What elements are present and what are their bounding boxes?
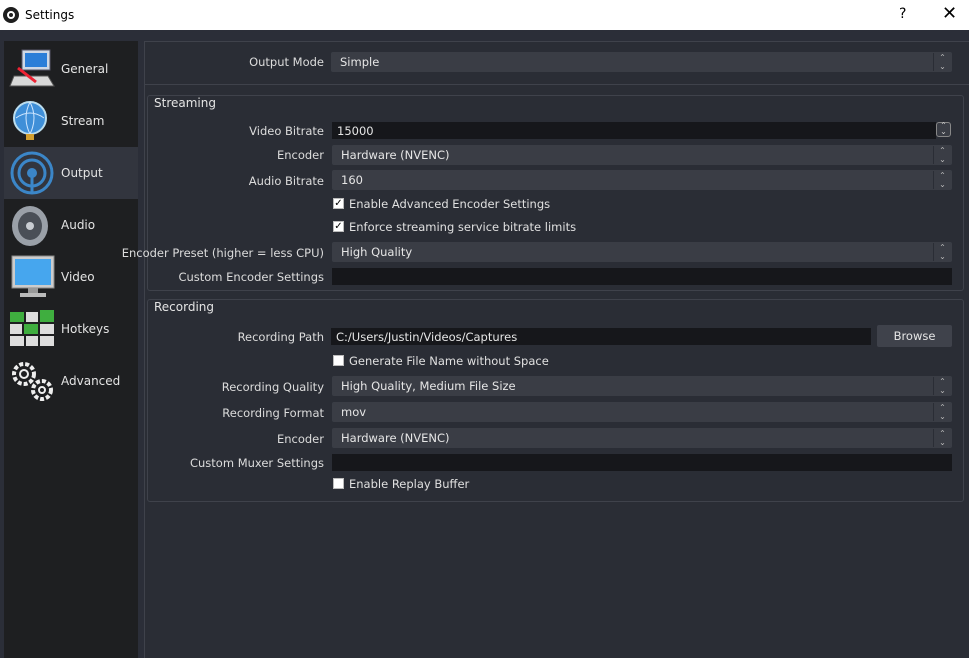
chevron-updown-icon: ⌃ ⌄	[933, 377, 951, 395]
sidebar-item-label: Output	[61, 166, 103, 180]
keyboard-icon	[10, 310, 54, 346]
recording-encoder-select[interactable]: Hardware (NVENC) ⌃ ⌄	[332, 428, 952, 448]
chevron-updown-icon: ⌃ ⌄	[933, 429, 951, 447]
gears-icon	[12, 362, 53, 401]
divider	[145, 84, 969, 85]
chevron-updown-icon: ⌃ ⌄	[933, 53, 951, 71]
settings-sidebar: General Stream Output Audio Video Hotkey…	[4, 41, 138, 658]
advanced-encoder-checkbox[interactable]: ✓	[333, 198, 344, 209]
video-bitrate-field[interactable]: 15000	[332, 122, 936, 139]
sidebar-item-label: Video	[61, 270, 95, 284]
chevron-updown-icon: ⌃ ⌄	[933, 403, 951, 421]
sidebar-item-stream[interactable]: Stream	[4, 95, 138, 147]
recording-format-select[interactable]: mov ⌃ ⌄	[332, 402, 952, 422]
recording-encoder-label: Encoder	[276, 432, 324, 446]
help-button[interactable]: ?	[899, 6, 906, 22]
output-mode-select[interactable]: Simple ⌃ ⌄	[331, 52, 952, 72]
custom-encoder-field[interactable]	[332, 268, 952, 285]
chevron-updown-icon: ⌃ ⌄	[933, 243, 951, 261]
recording-path-field[interactable]: C:/Users/Justin/Videos/Captures	[331, 328, 871, 345]
sidebar-item-hotkeys[interactable]: Hotkeys	[4, 303, 138, 355]
replay-buffer-checkbox[interactable]	[333, 478, 344, 489]
sidebar-item-label: Audio	[61, 218, 96, 232]
advanced-encoder-label: Enable Advanced Encoder Settings	[349, 197, 551, 211]
sidebar-item-label: General	[61, 62, 109, 76]
audio-bitrate-label: Audio Bitrate	[248, 174, 324, 188]
speaker-icon	[12, 206, 48, 246]
video-bitrate-value: 15000	[337, 124, 374, 138]
sidebar-item-output[interactable]: Output	[4, 147, 138, 199]
sidebar-item-advanced[interactable]: Advanced	[4, 355, 138, 407]
encoder-preset-value: High Quality	[341, 245, 413, 259]
recording-quality-label: Recording Quality	[221, 380, 324, 394]
window-title: Settings	[25, 8, 75, 22]
monitor-icon	[11, 255, 55, 297]
sidebar-item-video[interactable]: Video	[4, 251, 138, 303]
video-bitrate-spinner[interactable]: ⌃ ⌄	[936, 122, 951, 137]
enforce-limits-label: Enforce streaming service bitrate limits	[349, 220, 577, 234]
recording-path-value: C:/Users/Justin/Videos/Captures	[336, 330, 518, 344]
recording-path-label: Recording Path	[237, 330, 324, 344]
output-mode-value: Simple	[340, 55, 380, 69]
computer-icon	[9, 49, 55, 87]
no-space-label: Generate File Name without Space	[349, 354, 549, 368]
stream-encoder-select[interactable]: Hardware (NVENC) ⌃ ⌄	[332, 145, 952, 165]
custom-muxer-label: Custom Muxer Settings	[189, 456, 324, 470]
enforce-limits-checkbox[interactable]: ✓	[333, 221, 344, 232]
output-mode-label: Output Mode	[249, 55, 324, 69]
close-button[interactable]: ✕	[942, 3, 957, 24]
audio-bitrate-value: 160	[341, 173, 363, 187]
recording-format-label: Recording Format	[222, 406, 324, 420]
custom-encoder-label: Custom Encoder Settings	[178, 270, 324, 284]
output-settings-panel: Output Mode Simple ⌃ ⌄ Streaming Video Bi…	[122, 41, 969, 658]
encoder-preset-label: Encoder Preset (higher = less CPU)	[121, 246, 324, 260]
recording-quality-select[interactable]: High Quality, Medium File Size ⌃ ⌄	[332, 376, 952, 396]
recording-format-value: mov	[341, 405, 367, 419]
sidebar-item-label: Hotkeys	[61, 322, 110, 336]
recording-encoder-value: Hardware (NVENC)	[341, 431, 450, 445]
sidebar-item-label: Stream	[61, 114, 105, 128]
browse-button[interactable]: Browse	[877, 325, 952, 347]
stream-encoder-label: Encoder	[276, 148, 324, 162]
streaming-group-title: Streaming	[154, 96, 216, 110]
broadcast-icon	[10, 151, 54, 195]
replay-buffer-label: Enable Replay Buffer	[349, 477, 470, 491]
stream-encoder-value: Hardware (NVENC)	[341, 148, 450, 162]
chevron-updown-icon: ⌃ ⌄	[933, 171, 951, 189]
sidebar-item-general[interactable]: General	[4, 43, 138, 95]
video-bitrate-label: Video Bitrate	[249, 124, 324, 138]
sidebar-item-audio[interactable]: Audio	[4, 199, 138, 251]
custom-muxer-field[interactable]	[332, 454, 952, 471]
sidebar-item-label: Advanced	[61, 374, 121, 388]
encoder-preset-select[interactable]: High Quality ⌃ ⌄	[332, 242, 952, 262]
chevron-updown-icon: ⌃ ⌄	[933, 146, 951, 164]
globe-icon	[13, 101, 47, 140]
audio-bitrate-select[interactable]: 160 ⌃ ⌄	[332, 170, 952, 190]
title-bar: Settings ? ✕	[0, 0, 969, 30]
recording-quality-value: High Quality, Medium File Size	[341, 379, 516, 393]
recording-group-title: Recording	[154, 300, 215, 314]
obs-logo-icon	[3, 7, 19, 23]
no-space-checkbox[interactable]	[333, 355, 344, 366]
